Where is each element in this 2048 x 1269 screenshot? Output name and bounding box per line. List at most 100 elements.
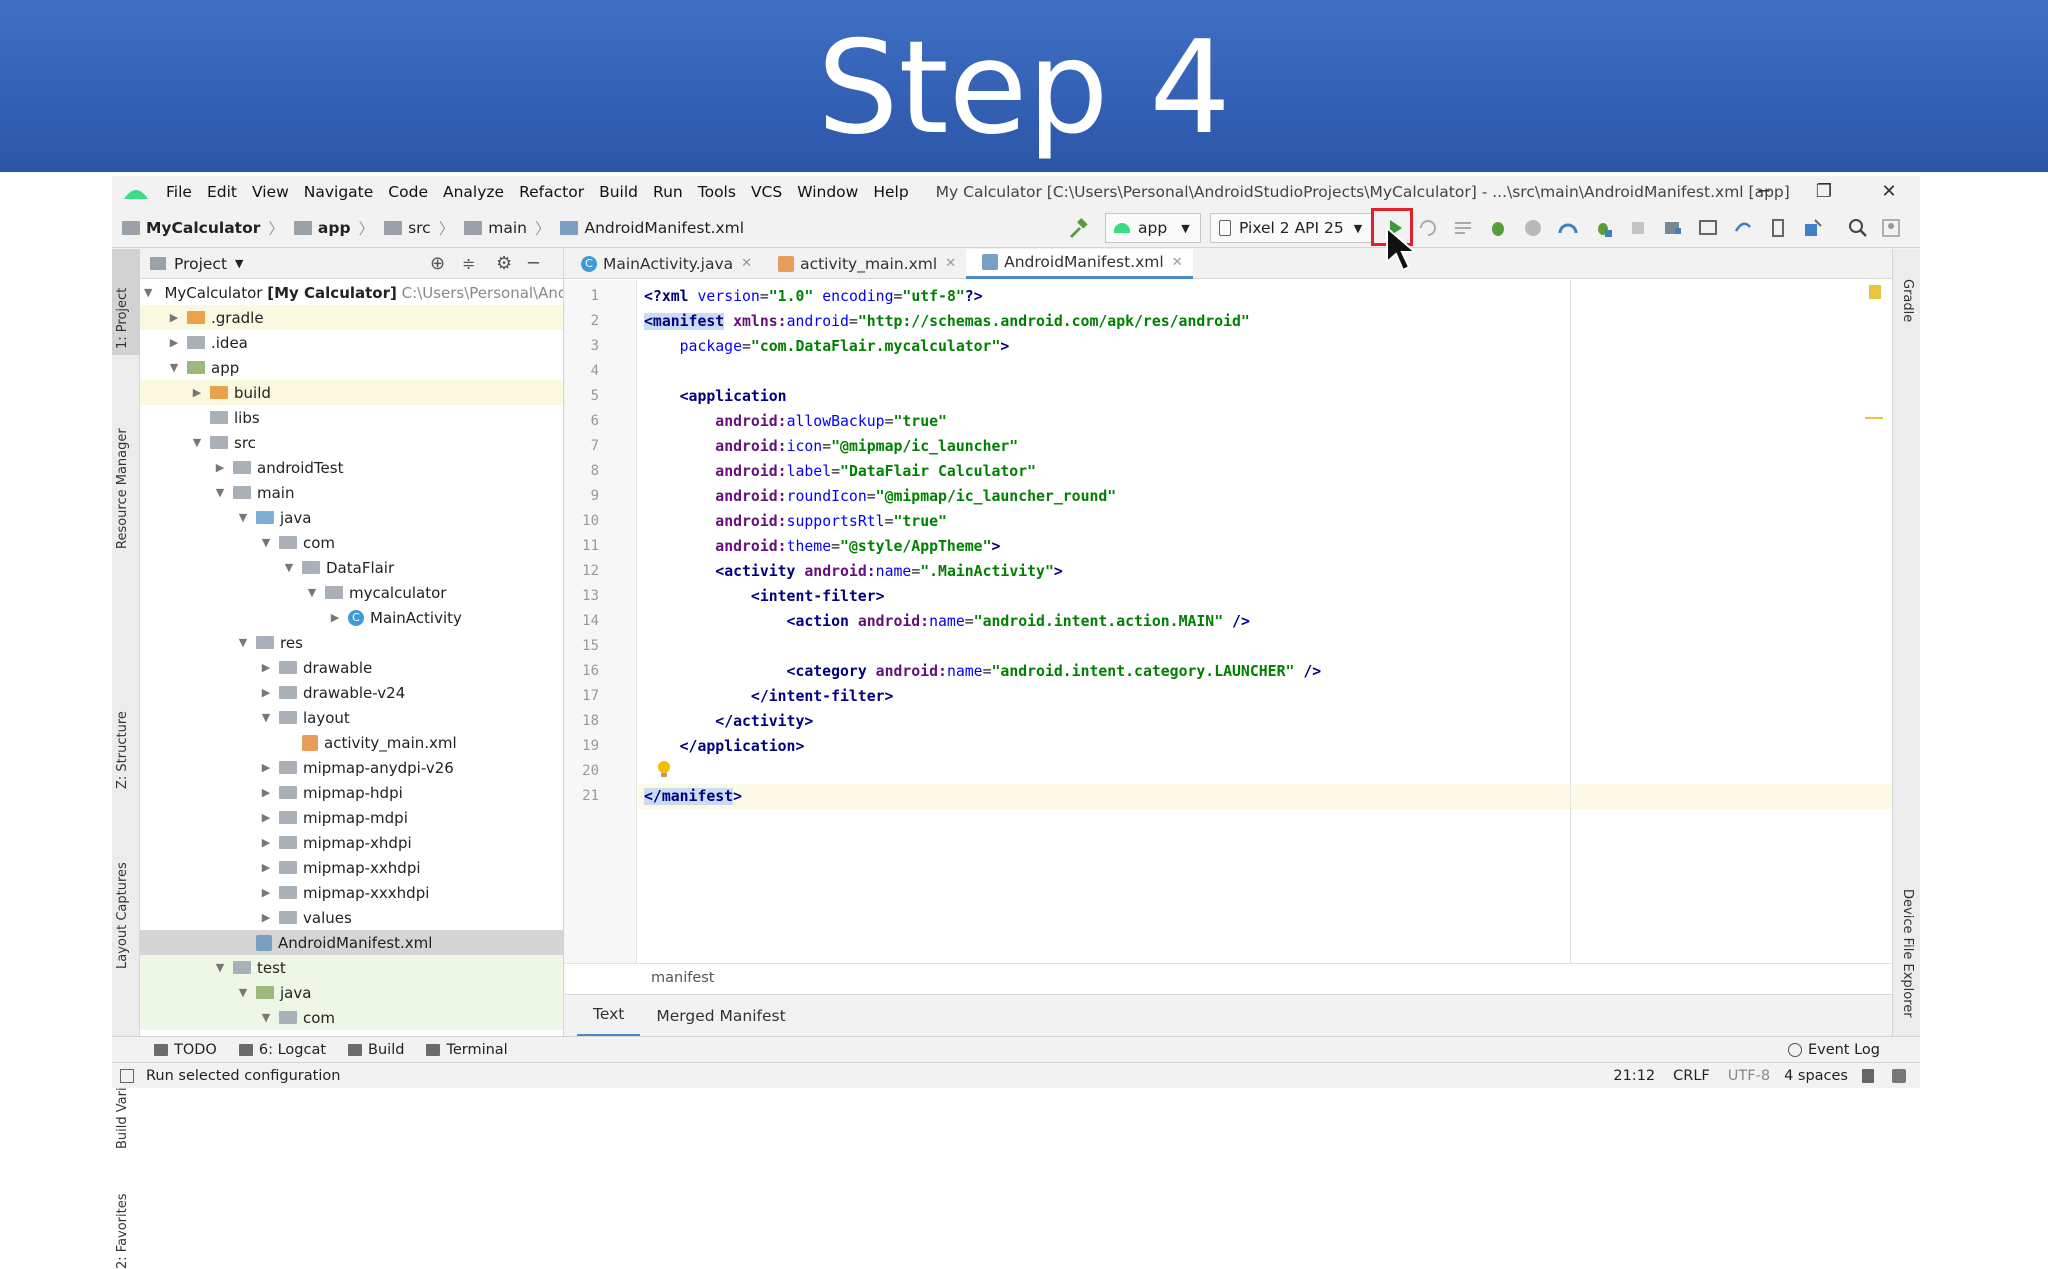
- tree-item[interactable]: ▼ layout: [140, 705, 563, 730]
- sync-gradle-icon[interactable]: [1732, 217, 1754, 239]
- tree-item[interactable]: ▶ .gradle: [140, 305, 563, 330]
- breadcrumb-project[interactable]: MyCalculator 〉: [122, 217, 284, 239]
- menu-view[interactable]: View: [252, 183, 289, 201]
- menu-analyze[interactable]: Analyze: [443, 183, 504, 201]
- tab-merged-manifest[interactable]: Merged Manifest: [640, 995, 801, 1037]
- tool-tab-layout-captures[interactable]: Layout Captures: [115, 862, 130, 969]
- chevron-right-icon[interactable]: ▶: [167, 311, 181, 324]
- tree-item[interactable]: ▶ C MainActivity: [140, 605, 563, 630]
- project-structure-icon[interactable]: [1662, 217, 1684, 239]
- stop-icon[interactable]: [1627, 217, 1649, 239]
- code-area[interactable]: <?xml version="1.0" encoding="utf-8"?> <m…: [638, 280, 1892, 963]
- tree-item[interactable]: activity_main.xml: [140, 730, 563, 755]
- memory-indicator-icon[interactable]: [1892, 1068, 1906, 1083]
- tool-build[interactable]: Build: [348, 1042, 404, 1058]
- code-line[interactable]: </activity>: [644, 709, 813, 734]
- code-line[interactable]: </manifest>: [644, 784, 742, 809]
- tree-item[interactable]: ▶ mipmap-xxxhdpi: [140, 880, 563, 905]
- tree-item[interactable]: ▶ mipmap-xxhdpi: [140, 855, 563, 880]
- tree-item[interactable]: ▼ app: [140, 355, 563, 380]
- chevron-right-icon[interactable]: ▶: [213, 461, 227, 474]
- tab-text[interactable]: Text: [577, 995, 641, 1037]
- indent-setting[interactable]: 4 spaces: [1784, 1068, 1848, 1084]
- chevron-right-icon[interactable]: ▶: [259, 686, 273, 699]
- close-icon[interactable]: ✕: [1172, 255, 1183, 270]
- search-icon[interactable]: [1847, 217, 1869, 239]
- caret-position[interactable]: 21:12: [1613, 1068, 1655, 1084]
- debug-bug-icon[interactable]: [1487, 217, 1509, 239]
- code-line[interactable]: <intent-filter>: [644, 584, 885, 609]
- tool-terminal[interactable]: Terminal: [426, 1042, 508, 1058]
- code-line[interactable]: android:icon="@mipmap/ic_launcher": [644, 434, 1018, 459]
- locate-file-icon[interactable]: ⊕: [430, 253, 445, 274]
- chevron-right-icon[interactable]: ▶: [259, 811, 273, 824]
- tree-item[interactable]: ▼ com: [140, 530, 563, 555]
- restore-icon[interactable]: ❐: [1812, 180, 1836, 204]
- code-line[interactable]: <category android:name="android.intent.c…: [644, 659, 1322, 684]
- chevron-right-icon[interactable]: ▶: [259, 836, 273, 849]
- chevron-right-icon[interactable]: ▶: [167, 336, 181, 349]
- minimize-icon[interactable]: ─: [1752, 180, 1776, 204]
- tree-item[interactable]: ▼ test: [140, 955, 563, 980]
- tree-item[interactable]: ▼ com: [140, 1005, 563, 1030]
- project-view-select[interactable]: Project: [174, 255, 227, 273]
- code-line[interactable]: <?xml version="1.0" encoding="utf-8"?>: [644, 284, 983, 309]
- tool-tab-project[interactable]: 1: Project: [115, 288, 130, 349]
- tool-logcat[interactable]: 6: Logcat: [238, 1042, 326, 1058]
- code-line[interactable]: <action android:name="android.intent.act…: [644, 609, 1250, 634]
- tree-item[interactable]: ▶ .idea: [140, 330, 563, 355]
- close-icon[interactable]: ✕: [945, 256, 956, 271]
- tree-item[interactable]: ▼ src: [140, 430, 563, 455]
- menu-refactor[interactable]: Refactor: [519, 183, 584, 201]
- chevron-down-icon[interactable]: ▼: [190, 436, 204, 449]
- apply-code-changes-icon[interactable]: [1452, 217, 1474, 239]
- xml-breadcrumb-manifest[interactable]: manifest: [651, 970, 715, 986]
- chevron-down-icon[interactable]: ▼: [213, 961, 227, 974]
- code-line[interactable]: android:label="DataFlair Calculator": [644, 459, 1036, 484]
- tool-tab-structure[interactable]: Z: Structure: [115, 711, 130, 789]
- menu-navigate[interactable]: Navigate: [304, 183, 374, 201]
- code-line[interactable]: android:roundIcon="@mipmap/ic_launcher_r…: [644, 484, 1116, 509]
- gear-icon[interactable]: ⚙: [496, 253, 512, 274]
- breadcrumb-main[interactable]: main 〉: [464, 217, 550, 239]
- tree-item[interactable]: libs: [140, 405, 563, 430]
- chevron-down-icon[interactable]: ▼: [144, 286, 152, 299]
- chevron-down-icon[interactable]: ▼: [236, 986, 250, 999]
- device-manager-icon[interactable]: [1767, 217, 1789, 239]
- tree-item[interactable]: ▶ mipmap-mdpi: [140, 805, 563, 830]
- run-config-select[interactable]: app ▼: [1105, 213, 1201, 243]
- tool-event-log[interactable]: Event Log: [1787, 1042, 1880, 1058]
- tool-tab-favorites[interactable]: 2: Favorites: [115, 1193, 130, 1269]
- status-toggle-icon[interactable]: [120, 1068, 134, 1083]
- chevron-right-icon[interactable]: ▶: [259, 886, 273, 899]
- breadcrumb-app[interactable]: app 〉: [293, 217, 374, 239]
- code-line[interactable]: <application: [644, 384, 787, 409]
- code-line[interactable]: package="com.DataFlair.mycalculator">: [644, 334, 1010, 359]
- tree-item[interactable]: ▼ main: [140, 480, 563, 505]
- chevron-down-icon[interactable]: ▼: [259, 711, 273, 724]
- tree-item[interactable]: ▼ java: [140, 980, 563, 1005]
- tree-item[interactable]: ▶ values: [140, 905, 563, 930]
- profiler-gauge-icon[interactable]: [1557, 217, 1579, 239]
- code-line[interactable]: </intent-filter>: [644, 684, 894, 709]
- menu-code[interactable]: Code: [388, 183, 428, 201]
- menu-help[interactable]: Help: [873, 183, 908, 201]
- chevron-right-icon[interactable]: ▶: [259, 911, 273, 924]
- chevron-right-icon[interactable]: ▶: [190, 386, 204, 399]
- code-line[interactable]: android:allowBackup="true": [644, 409, 947, 434]
- menu-build[interactable]: Build: [599, 183, 638, 201]
- chevron-down-icon[interactable]: ▼: [236, 636, 250, 649]
- menu-tools[interactable]: Tools: [698, 183, 736, 201]
- tool-todo[interactable]: TODO: [154, 1042, 217, 1058]
- menu-window[interactable]: Window: [797, 183, 858, 201]
- code-line[interactable]: android:supportsRtl="true": [644, 509, 947, 534]
- account-icon[interactable]: [1880, 217, 1902, 239]
- apply-changes-icon[interactable]: [1417, 217, 1439, 239]
- menu-vcs[interactable]: VCS: [751, 183, 782, 201]
- tree-item[interactable]: ▶ drawable: [140, 655, 563, 680]
- chevron-right-icon[interactable]: ▶: [259, 761, 273, 774]
- code-line[interactable]: android:theme="@style/AppTheme">: [644, 534, 1000, 559]
- chevron-down-icon[interactable]: ▼: [259, 536, 273, 549]
- sdk-manager-icon[interactable]: [1802, 217, 1824, 239]
- attach-debugger-icon[interactable]: [1592, 217, 1614, 239]
